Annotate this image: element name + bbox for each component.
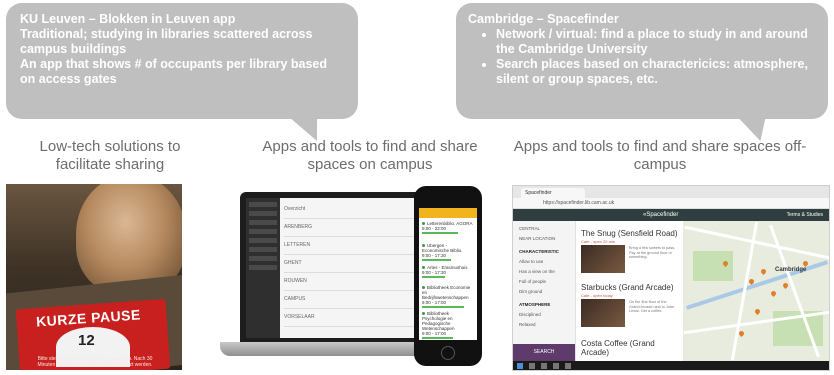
filter-option[interactable]: Disciplined bbox=[519, 312, 569, 317]
callout-bullets: Network / virtual: find a place to study… bbox=[468, 27, 816, 87]
phone-library-item[interactable]: Bibliotheek Psychologie en Pedagogische … bbox=[422, 311, 474, 339]
url-text: https://spacefinder.lib.cam.ac.uk bbox=[543, 200, 615, 206]
result-description: On the first floor of the Grand Arcade n… bbox=[629, 300, 675, 313]
browser-tab[interactable]: Spacefinder bbox=[521, 188, 585, 198]
map-panel[interactable]: Cambridge bbox=[683, 221, 829, 361]
spacefinder-browser: Spacefinder https://spacefinder.lib.cam.… bbox=[512, 185, 830, 371]
callout-line: Traditional; studying in libraries scatt… bbox=[20, 27, 313, 56]
callout-line: KU Leuven – Blokken in Leuven app bbox=[20, 12, 236, 26]
home-button-icon[interactable] bbox=[441, 346, 455, 360]
result-description: Bring a few sweets to pass. Pay at the g… bbox=[629, 246, 676, 259]
taskbar-app-icon[interactable] bbox=[529, 363, 535, 369]
results-list: The Snug (Sensfield Road) Cafe - open 20… bbox=[577, 221, 681, 361]
result-meta: Cafe - open 20 min bbox=[581, 239, 616, 244]
browser-tabbar: Spacefinder bbox=[513, 186, 829, 198]
phone-library-item[interactable]: Bibliotheek Economie en Bedrijfswetensch… bbox=[422, 285, 474, 308]
caption-low-tech: Low-tech solutions to facilitate sharing bbox=[39, 138, 181, 173]
result-title[interactable]: Starbucks (Grand Arcade) bbox=[581, 283, 673, 292]
phone-mockup: Letterenbiblio. AGORA 9:00 - 22:00 Uberge… bbox=[414, 186, 482, 366]
library-row[interactable]: ROUWEN bbox=[284, 278, 416, 291]
laptop-app-sidebar bbox=[246, 198, 280, 338]
caption-campus: Apps and tools to find and share spaces … bbox=[262, 138, 478, 173]
os-taskbar bbox=[513, 361, 829, 370]
spacefinder-header: «Spacefinder Terms & Studies bbox=[513, 209, 829, 221]
result-thumbnail[interactable] bbox=[581, 245, 625, 273]
address-bar[interactable]: https://spacefinder.lib.cam.ac.uk bbox=[513, 198, 829, 209]
library-row[interactable]: ARENBERG bbox=[284, 224, 416, 237]
filter-option[interactable]: Has a view on the bbox=[519, 269, 569, 274]
filter-section-title: CHARACTERISTIC bbox=[519, 249, 559, 254]
filter-option[interactable]: Dim ground bbox=[519, 289, 569, 294]
result-title[interactable]: The Snug (Sensfield Road) bbox=[581, 229, 678, 238]
callout-bubble-cambridge: Cambridge – Spacefinder Network / virtua… bbox=[456, 3, 828, 141]
caption-off-campus: Apps and tools to find and share spaces … bbox=[513, 138, 807, 173]
phone-library-item[interactable]: Letterenbiblio. AGORA 9:00 - 22:00 bbox=[422, 221, 474, 234]
filter-near-location[interactable]: NEAR LOCATION bbox=[519, 236, 569, 241]
clock-dial-number: 12 bbox=[78, 332, 95, 349]
library-row[interactable]: VORSELAAR bbox=[284, 314, 416, 327]
phone-app-bar bbox=[419, 208, 477, 218]
phone-library-item[interactable]: Ubergen - Economische Biblio. 9:00 - 17:3… bbox=[422, 243, 474, 261]
callout-bubble-kuleuven: KU Leuven – Blokken in Leuven app Tradit… bbox=[6, 3, 358, 141]
filter-option[interactable]: Allow to use bbox=[519, 259, 569, 264]
library-row[interactable]: LETTEREN bbox=[284, 242, 416, 255]
start-icon[interactable] bbox=[517, 363, 523, 369]
header-link[interactable]: Terms & Studies bbox=[787, 209, 823, 221]
result-thumbnail[interactable] bbox=[581, 299, 625, 327]
result-title[interactable]: Costa Coffee (Grand Arcade) bbox=[581, 339, 681, 357]
callout-line: An app that shows # of occupants per lib… bbox=[20, 57, 328, 86]
callout-bullet: Network / virtual: find a place to study… bbox=[496, 27, 816, 57]
phone-library-item[interactable]: Artes - Erasmushuis 9:00 - 17:30 bbox=[422, 265, 474, 278]
filter-section-title: ATMOSPHERE bbox=[519, 302, 551, 307]
taskbar-app-icon[interactable] bbox=[553, 363, 559, 369]
callout-title: Cambridge – Spacefinder bbox=[468, 12, 619, 26]
library-row[interactable]: GHENT bbox=[284, 260, 416, 273]
pause-card-hint: Bitte stellen Sie die Zeiger Ihrer Pause… bbox=[37, 356, 153, 368]
map-pin-icon[interactable] bbox=[769, 289, 778, 298]
study-break-photo: KURZE PAUSE 12 Bitte stellen Sie die Zei… bbox=[6, 184, 182, 370]
filter-panel: CENTRAL NEAR LOCATION CHARACTERISTIC All… bbox=[513, 221, 576, 361]
laptop-mockup: Overzicht ARENBERG LETTEREN GHENT ROUWEN… bbox=[220, 192, 450, 362]
map-pin-icon[interactable] bbox=[753, 307, 762, 316]
search-button[interactable]: SEARCH bbox=[513, 344, 575, 361]
spacefinder-logo[interactable]: «Spacefinder bbox=[643, 209, 678, 221]
callout-bullet: Search places based on charactericics: a… bbox=[496, 57, 816, 87]
library-row[interactable]: CAMPUS bbox=[284, 296, 416, 309]
filter-option[interactable]: Relaxed bbox=[519, 322, 569, 327]
map-pin-icon[interactable] bbox=[737, 329, 746, 338]
library-row[interactable]: Overzicht bbox=[284, 206, 416, 219]
filter-option[interactable]: Full of people bbox=[519, 279, 569, 284]
map-city-label: Cambridge bbox=[775, 267, 807, 273]
result-meta: Cafe - open today bbox=[581, 293, 613, 298]
filter-central[interactable]: CENTRAL bbox=[519, 226, 569, 231]
taskbar-app-icon[interactable] bbox=[565, 363, 571, 369]
map-pin-icon[interactable] bbox=[759, 267, 768, 276]
taskbar-app-icon[interactable] bbox=[541, 363, 547, 369]
map-pin-icon[interactable] bbox=[781, 281, 790, 290]
